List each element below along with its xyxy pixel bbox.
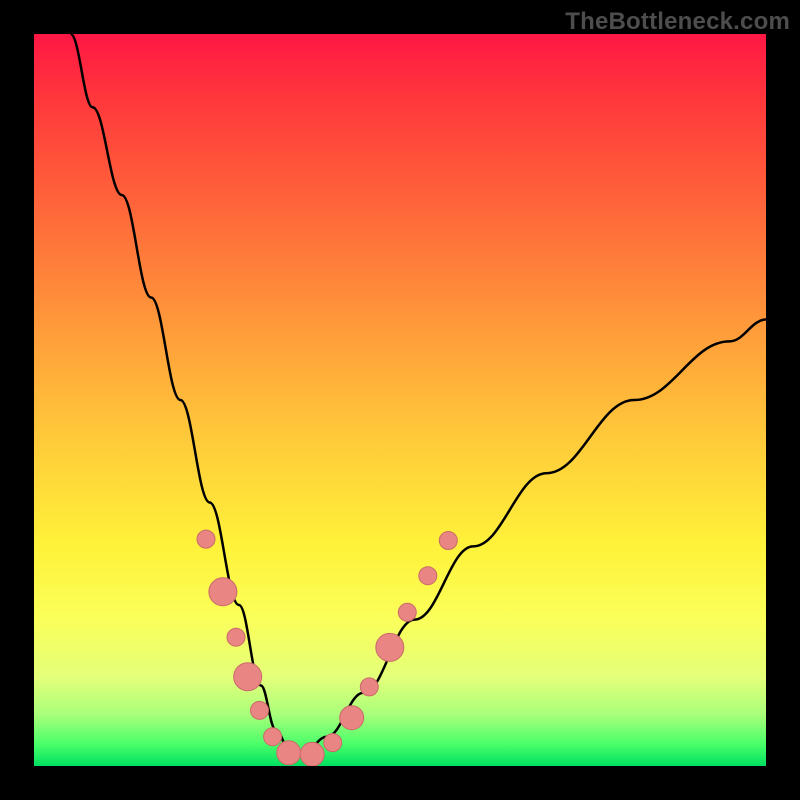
chart-svg <box>34 34 766 766</box>
plot-area <box>34 34 766 766</box>
data-marker <box>251 701 269 719</box>
data-marker <box>324 734 342 752</box>
data-marker <box>277 741 301 765</box>
curve-layer <box>71 34 766 751</box>
marker-layer <box>197 530 457 766</box>
data-marker <box>340 706 364 730</box>
data-marker <box>376 633 404 661</box>
data-marker <box>360 678 378 696</box>
chart-frame: TheBottleneck.com <box>0 0 800 800</box>
watermark-text: TheBottleneck.com <box>565 8 790 36</box>
data-marker <box>227 628 245 646</box>
data-marker <box>300 742 324 766</box>
data-marker <box>419 567 437 585</box>
data-marker <box>234 663 262 691</box>
bottleneck-curve <box>71 34 766 751</box>
data-marker <box>209 578 237 606</box>
data-marker <box>398 603 416 621</box>
data-marker <box>197 530 215 548</box>
data-marker <box>264 728 282 746</box>
data-marker <box>439 532 457 550</box>
